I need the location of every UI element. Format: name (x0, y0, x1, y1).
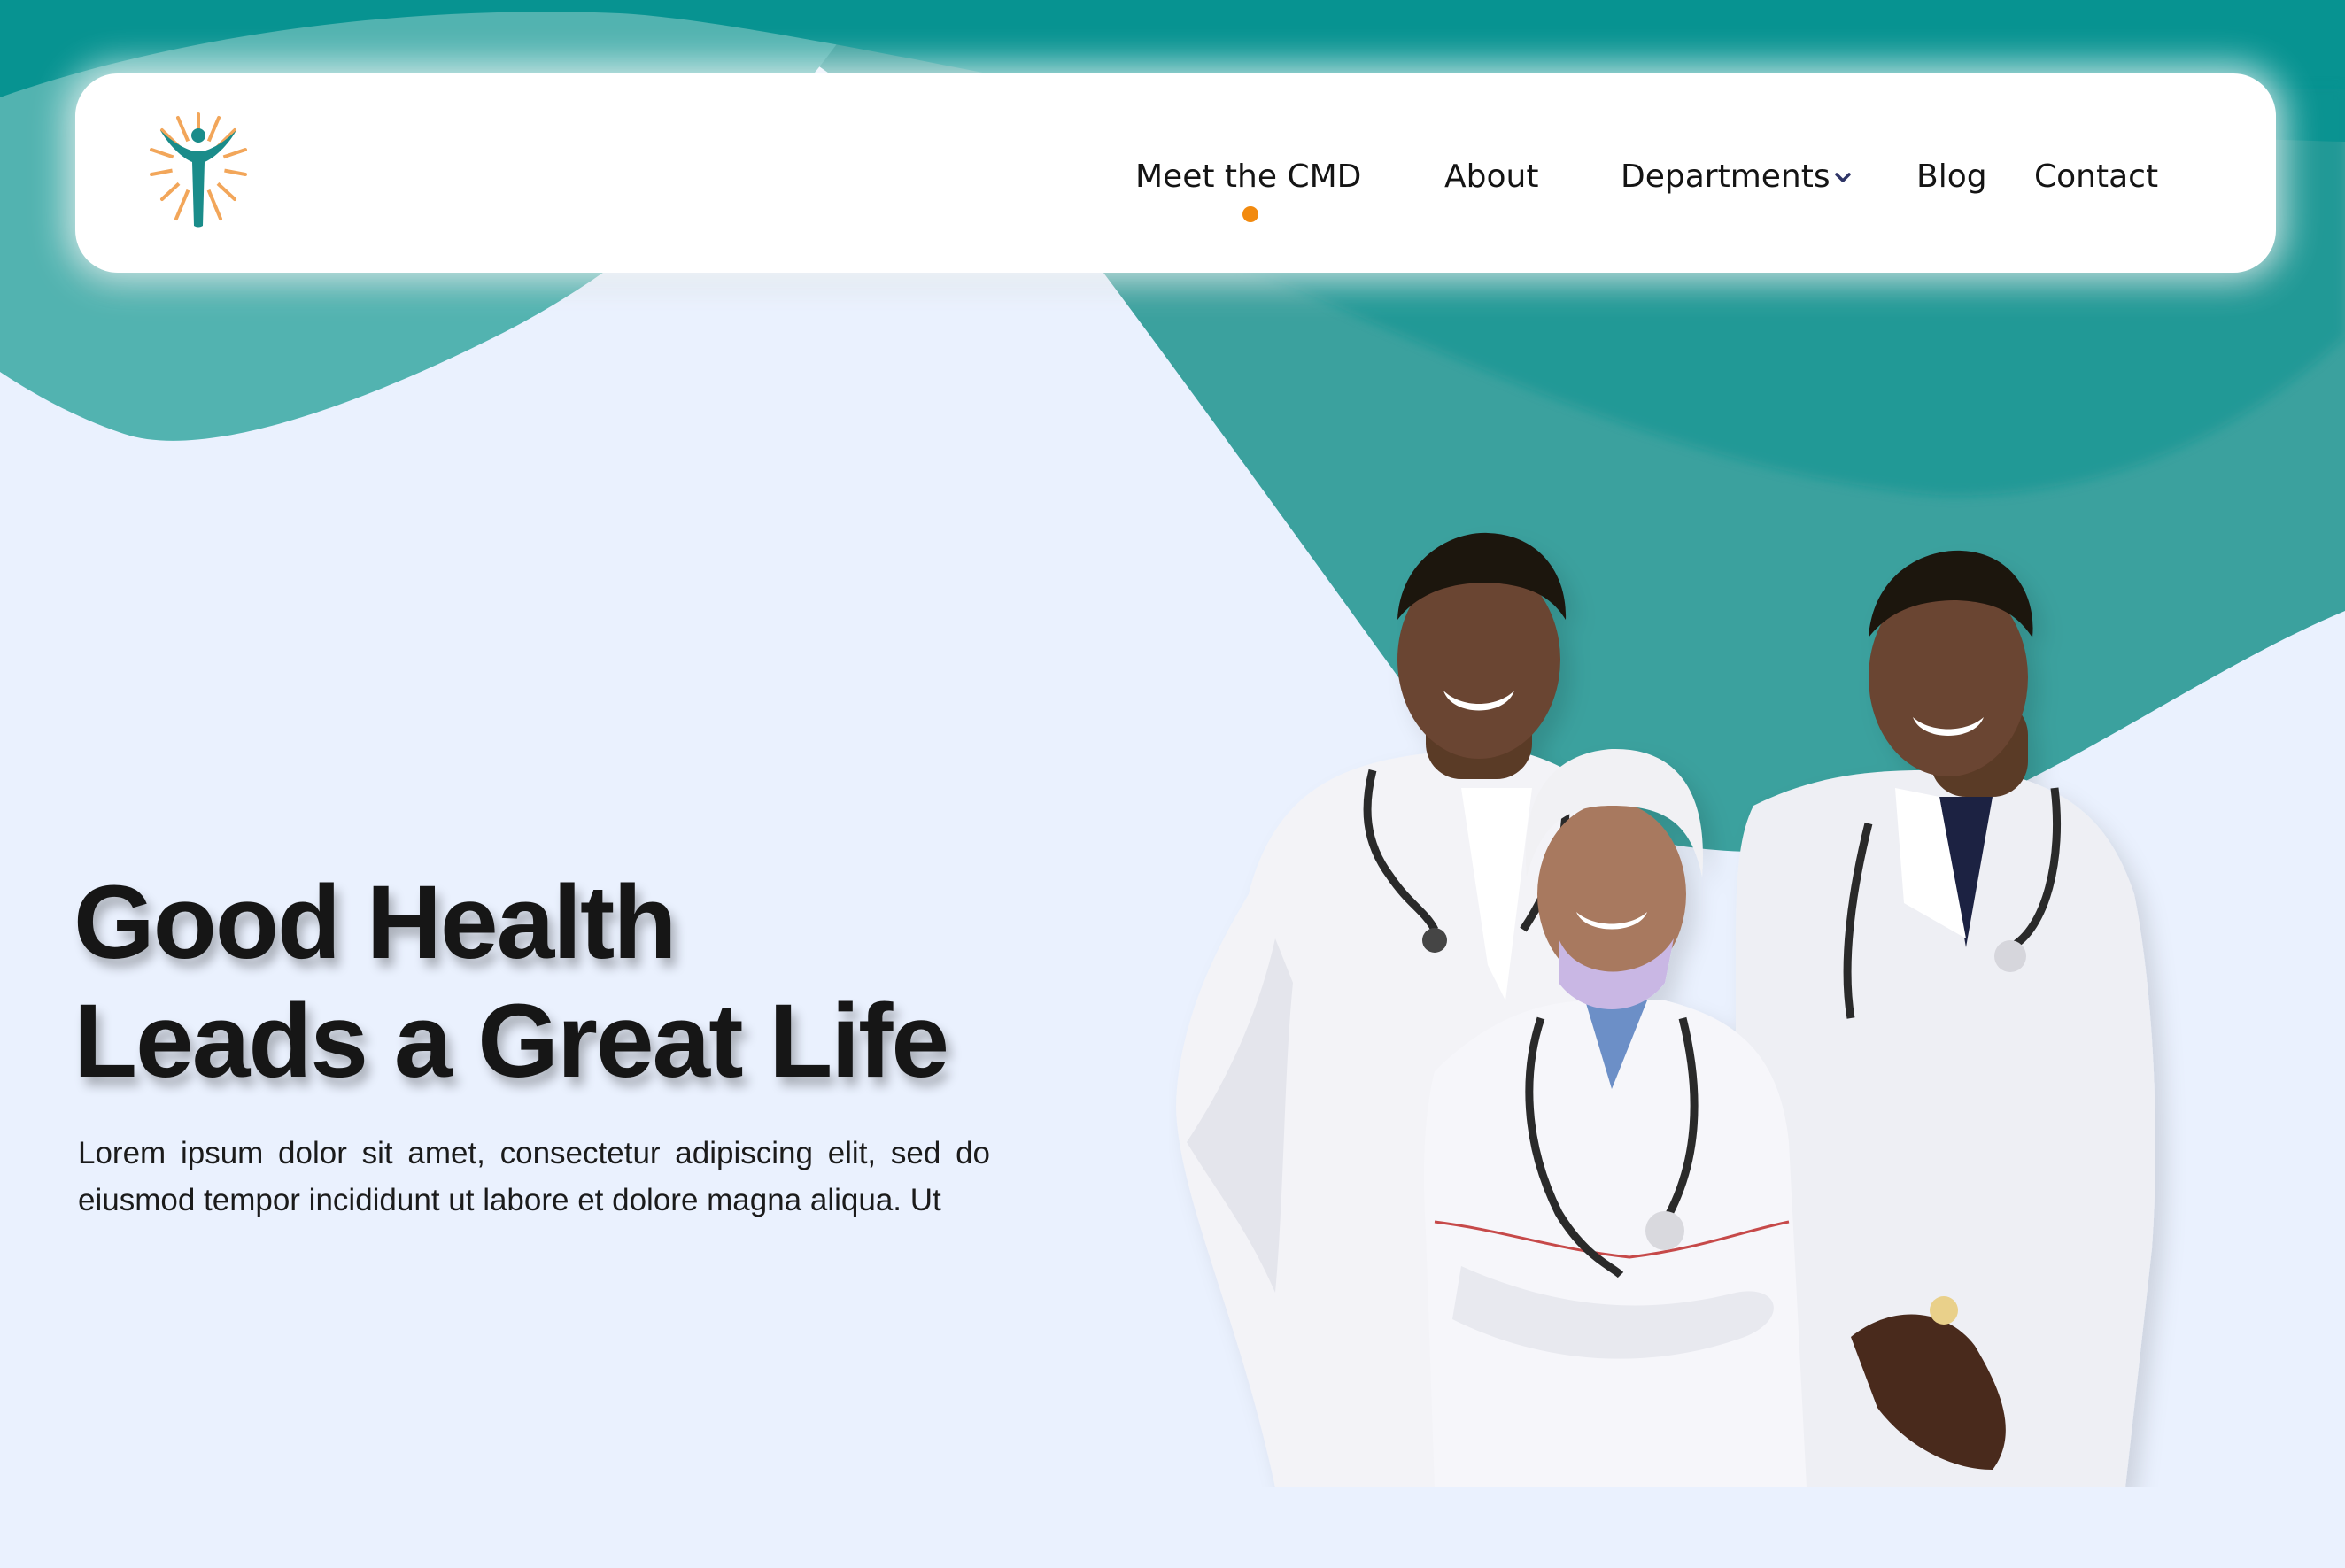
landing-page: Meet the CMD About Departments Blog Cont… (0, 0, 2345, 1568)
nav-meet-the-cmd[interactable]: Meet the CMD (1135, 151, 1361, 204)
hero-title-line-1: Good Health (74, 864, 677, 981)
nav-about[interactable]: About (1444, 151, 1538, 204)
active-indicator-dot (1242, 206, 1258, 222)
chevron-down-icon[interactable] (1833, 168, 1853, 188)
hero-title: Good Health Leads a Great Life (74, 863, 1092, 1101)
hero-description: Lorem ipsum dolor sit amet, consectetur … (78, 1136, 990, 1217)
three-doctors-photo (1176, 532, 2155, 1487)
nav-departments[interactable]: Departments (1621, 151, 1830, 204)
hero-title-line-2: Leads a Great Life (74, 983, 949, 1100)
person-sunburst-logo-icon[interactable] (148, 111, 250, 230)
nav-blog[interactable]: Blog (1916, 151, 1987, 204)
nav-contact[interactable]: Contact (2034, 151, 2158, 204)
